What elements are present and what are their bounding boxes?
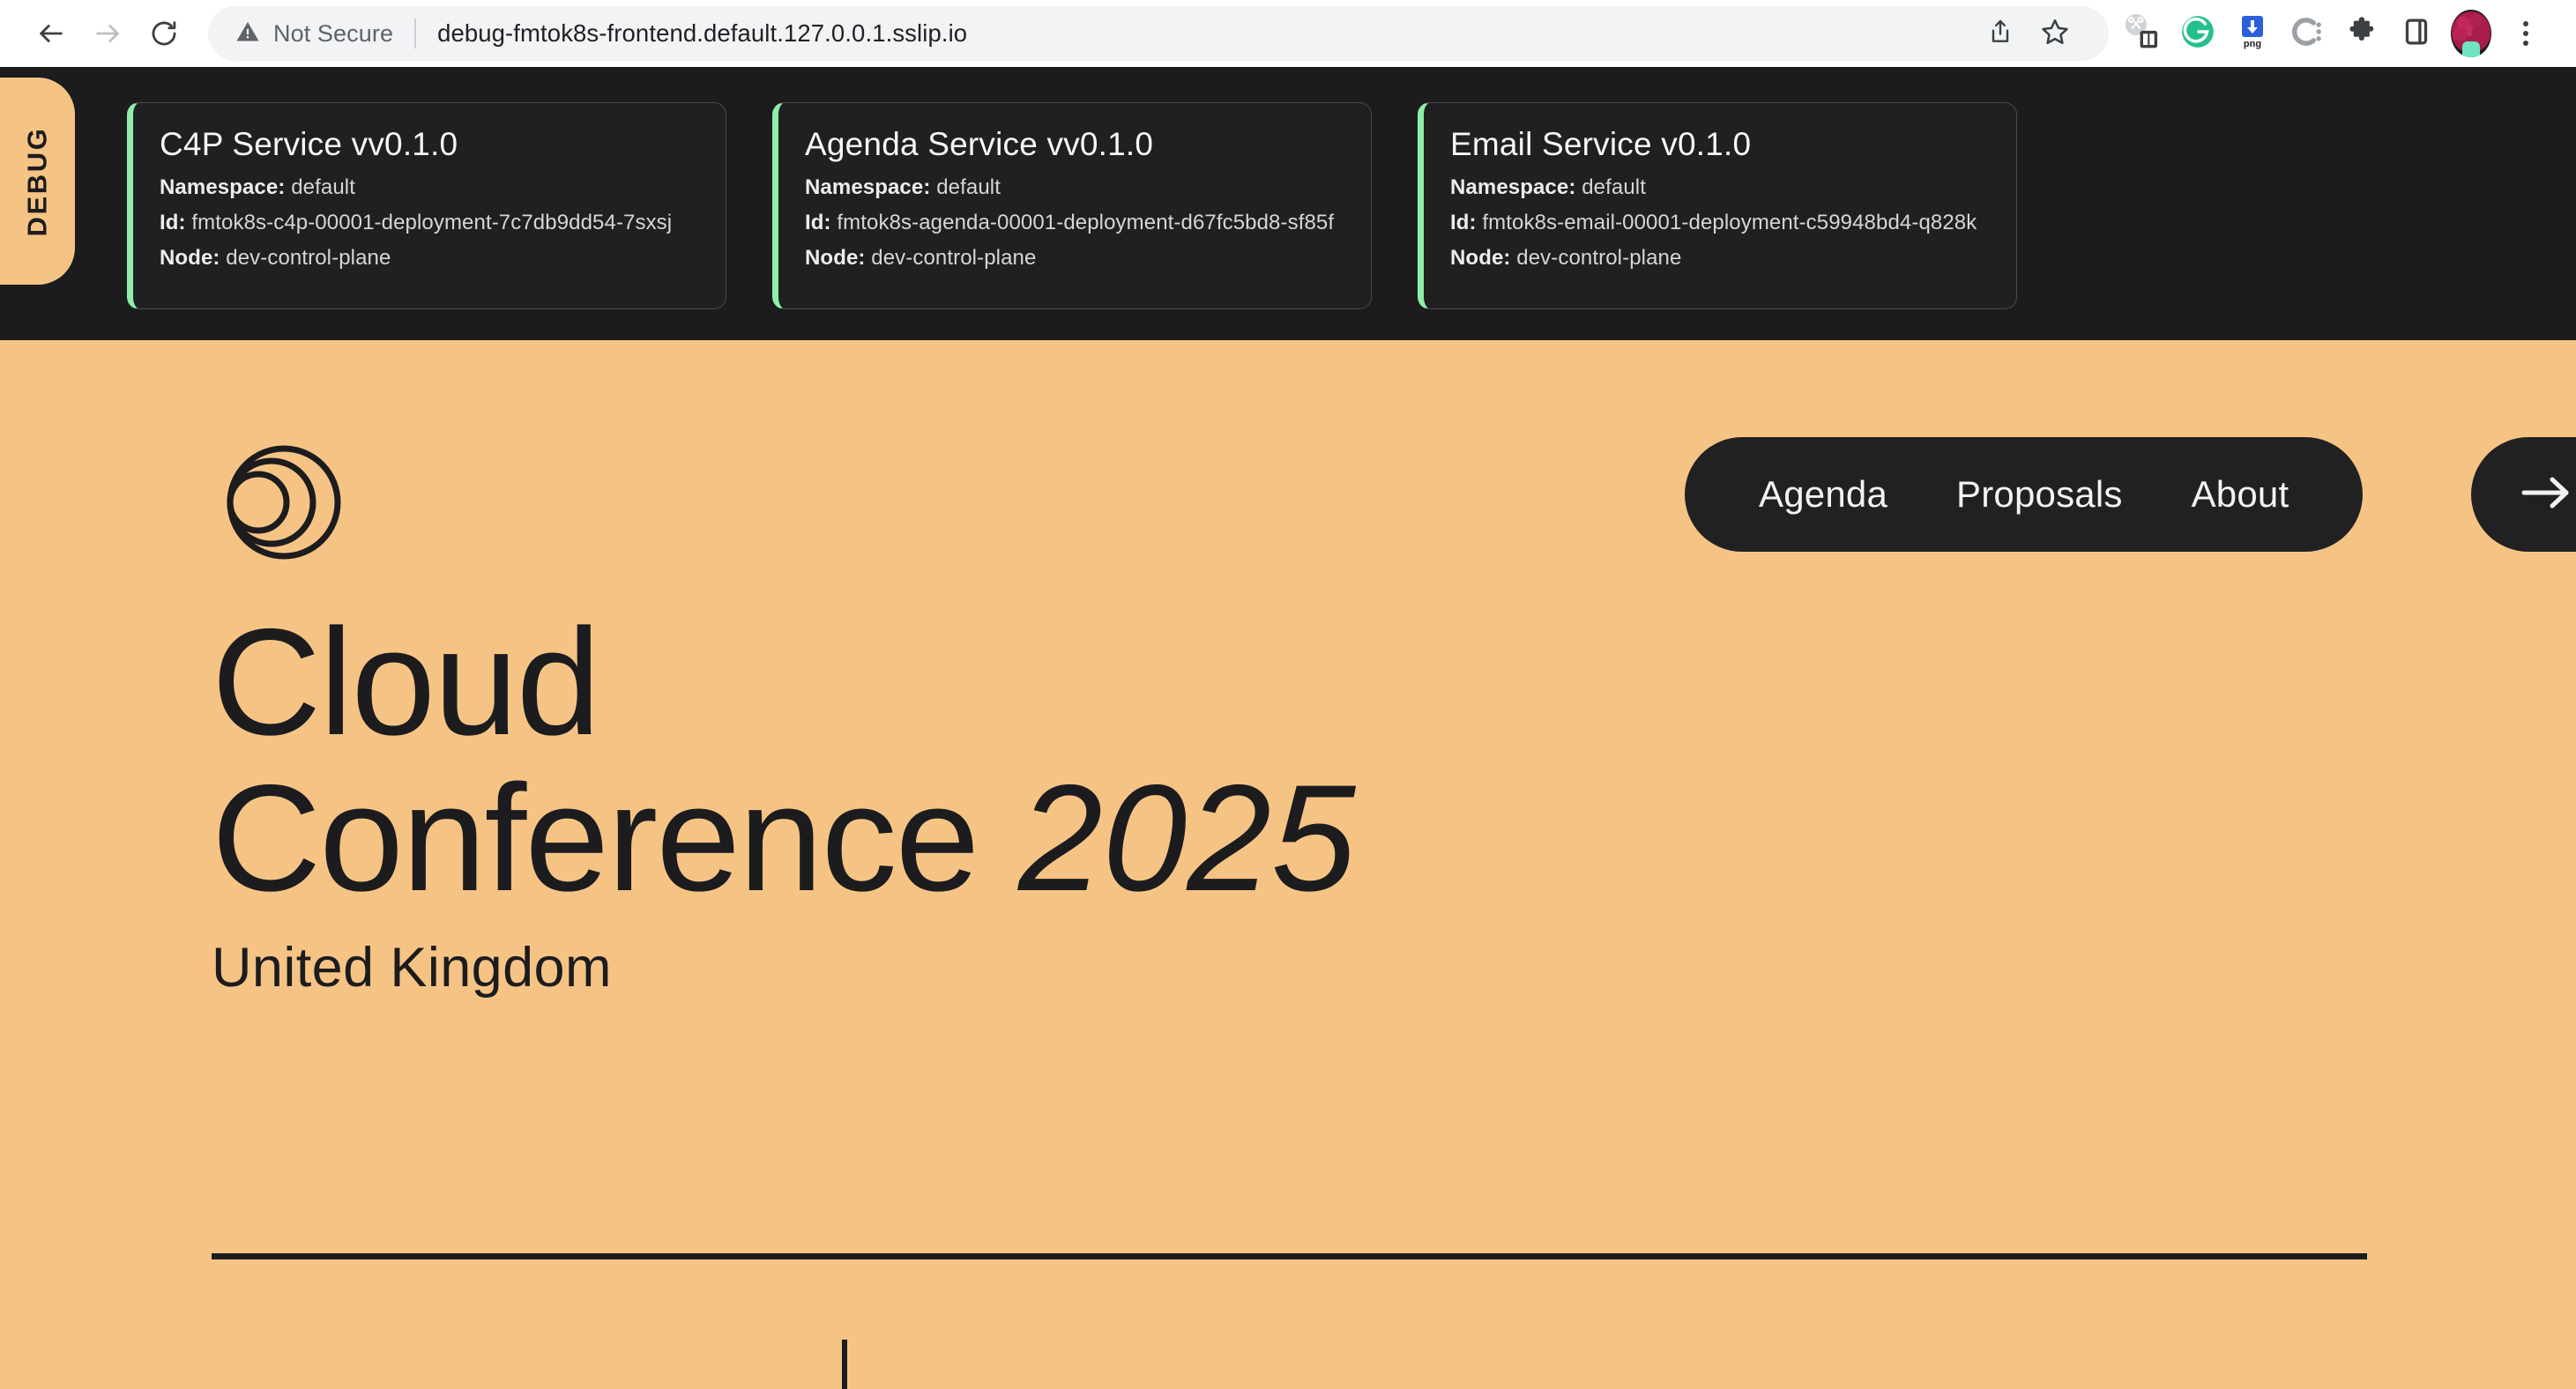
hero-line-2-main: Conference: [212, 754, 979, 924]
node-label: Node:: [805, 246, 866, 270]
namespace-value: default: [936, 175, 1001, 199]
id-label: Id:: [1450, 211, 1477, 234]
not-secure-warning-icon: [235, 19, 261, 49]
id-label: Id:: [805, 211, 831, 234]
node-value: dev-control-plane: [226, 246, 391, 270]
profile-avatar-icon: [2451, 10, 2491, 57]
split-screen-extension-button[interactable]: [2116, 6, 2170, 61]
site-logo[interactable]: [210, 428, 358, 576]
extensions-menu-button[interactable]: [2334, 6, 2389, 61]
hero-line-1: Cloud: [212, 598, 600, 767]
node-value: dev-control-plane: [871, 246, 1037, 270]
c-extension-button[interactable]: [2280, 6, 2334, 61]
service-namespace-row: Namespace: default: [805, 175, 1343, 200]
service-id-row: Id: fmtok8s-email-00001-deployment-c5994…: [1450, 211, 1988, 235]
chrome-menu-kebab-icon: [2523, 21, 2528, 46]
nav-item-proposals[interactable]: Proposals: [1956, 473, 2123, 516]
namespace-label: Namespace:: [160, 175, 286, 199]
forward-button[interactable]: [79, 5, 136, 62]
url-text: debug-fmtok8s-frontend.default.127.0.0.1…: [437, 19, 968, 47]
png-download-extension-icon: png: [2235, 13, 2270, 55]
address-bar[interactable]: Not Secure debug-fmtok8s-frontend.defaul…: [208, 6, 2109, 61]
forward-arrow-icon: [93, 19, 123, 48]
nested-circles-logo-icon: [210, 428, 358, 576]
nav-item-agenda[interactable]: Agenda: [1759, 473, 1887, 516]
service-namespace-row: Namespace: default: [1450, 175, 1988, 200]
bookmark-button[interactable]: [2028, 6, 2082, 61]
node-label: Node:: [1450, 246, 1511, 270]
debug-panel: DEBUG C4P Service vv0.1.0 Namespace: def…: [0, 67, 2576, 340]
namespace-label: Namespace:: [1450, 175, 1576, 199]
vertical-tick-marker: [842, 1340, 847, 1389]
namespace-value: default: [1582, 175, 1646, 199]
service-node-row: Node: dev-control-plane: [1450, 246, 1988, 271]
node-value: dev-control-plane: [1516, 246, 1682, 270]
back-arrow-icon: [36, 19, 66, 48]
service-title: Email Service v0.1.0: [1450, 126, 1752, 162]
arrow-right-icon: [2520, 472, 2575, 517]
main-nav: Agenda Proposals About: [1685, 437, 2364, 552]
c-extension-icon: [2289, 13, 2326, 55]
side-panel-icon: [2401, 16, 2432, 52]
node-label: Node:: [160, 246, 220, 270]
debug-tab-label: DEBUG: [21, 126, 53, 236]
service-card: C4P Service vv0.1.0 Namespace: default I…: [127, 102, 726, 309]
svg-text:png: png: [2244, 39, 2261, 49]
hero-line-2: Conference 2025: [0, 761, 2576, 917]
id-value: fmtok8s-c4p-00001-deployment-7c7db9dd54-…: [191, 211, 673, 234]
debug-tab[interactable]: DEBUG: [0, 78, 75, 285]
site-header: Agenda Proposals About: [0, 420, 2576, 561]
service-id-row: Id: fmtok8s-agenda-00001-deployment-d67f…: [805, 211, 1343, 235]
back-button[interactable]: [23, 5, 79, 62]
service-namespace-row: Namespace: default: [160, 175, 697, 200]
hero-year: 2025: [1018, 754, 1356, 924]
namespace-label: Namespace:: [805, 175, 931, 199]
browser-toolbar: Not Secure debug-fmtok8s-frontend.defaul…: [0, 0, 2576, 67]
nav-item-about[interactable]: About: [2192, 473, 2289, 516]
split-screen-extension-icon: [2123, 11, 2163, 56]
id-value: fmtok8s-email-00001-deployment-c59948bd4…: [1482, 211, 1977, 234]
png-download-extension-button[interactable]: png: [2225, 6, 2280, 61]
extensions-toolbar: png: [2116, 6, 2553, 61]
share-button[interactable]: [1973, 6, 2028, 61]
service-node-row: Node: dev-control-plane: [160, 246, 697, 271]
grammarly-extension-icon: [2179, 13, 2216, 55]
security-status-label: Not Secure: [273, 19, 394, 47]
hero-section: Cloud Conference 2025 United Kingdom: [0, 598, 2576, 999]
puzzle-extensions-icon: [2345, 15, 2379, 53]
namespace-value: default: [291, 175, 355, 199]
cta-arrow-button[interactable]: [2471, 437, 2576, 552]
site-page: Agenda Proposals About Cloud Conference …: [0, 340, 2576, 1389]
bookmark-star-icon: [2040, 17, 2070, 51]
service-cards: C4P Service vv0.1.0 Namespace: default I…: [127, 102, 2017, 309]
hero-subtitle: United Kingdom: [212, 937, 612, 999]
id-label: Id:: [160, 211, 186, 234]
grammarly-extension-button[interactable]: [2170, 6, 2225, 61]
share-icon: [1986, 18, 2014, 50]
id-value: fmtok8s-agenda-00001-deployment-d67fc5bd…: [837, 211, 1335, 234]
reload-button[interactable]: [136, 5, 192, 62]
service-title: C4P Service vv0.1.0: [160, 126, 458, 162]
service-card: Agenda Service vv0.1.0 Namespace: defaul…: [772, 102, 1372, 309]
service-card: Email Service v0.1.0 Namespace: default …: [1418, 102, 2017, 309]
service-node-row: Node: dev-control-plane: [805, 246, 1343, 271]
service-id-row: Id: fmtok8s-c4p-00001-deployment-7c7db9d…: [160, 211, 697, 235]
service-title: Agenda Service vv0.1.0: [805, 126, 1154, 162]
chrome-menu-button[interactable]: [2498, 6, 2553, 61]
side-panel-button[interactable]: [2389, 6, 2444, 61]
hero-divider: [212, 1253, 2367, 1259]
profile-button[interactable]: [2444, 6, 2498, 61]
reload-icon: [149, 19, 179, 48]
omnibox-divider: [414, 19, 417, 48]
